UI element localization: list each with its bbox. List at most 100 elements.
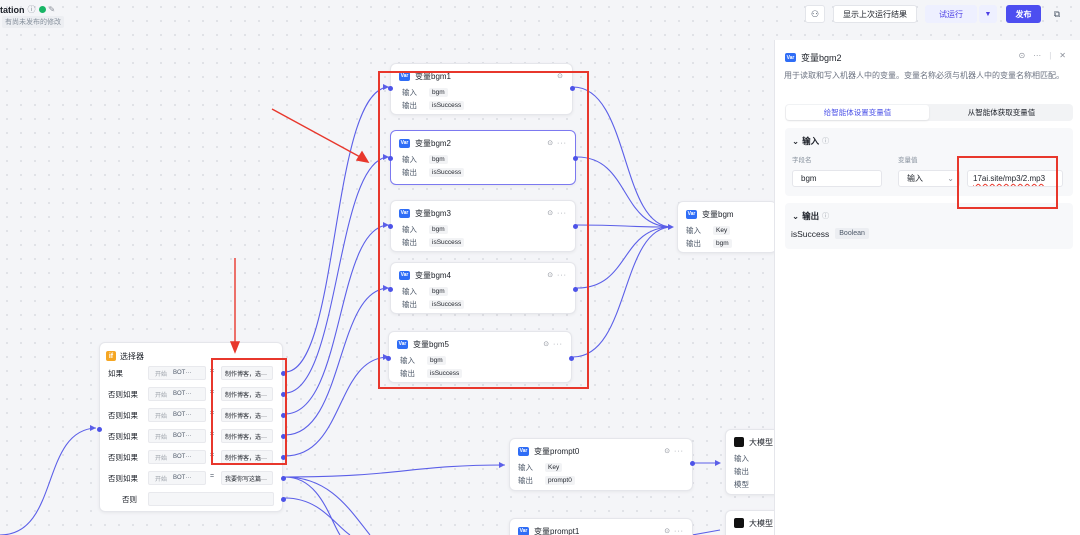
test-run-dropdown[interactable]: ▼ [979, 5, 997, 23]
output-label: 输出 [686, 239, 701, 248]
output-name: isSuccess [791, 228, 830, 239]
tab-get-variable[interactable]: 从智能体获取变量值 [930, 104, 1073, 121]
node-title: 选择器 [120, 351, 144, 361]
node-title: 变量bgm [702, 209, 734, 219]
else-row: 否则 [100, 491, 286, 508]
output-section-title: 输出 [802, 211, 820, 221]
var-icon: Var [518, 526, 529, 535]
condition-left-operand[interactable]: 开始 BOT··· [148, 366, 206, 380]
start-ref: 开始 [155, 434, 168, 441]
start-ref: 开始 [155, 455, 168, 462]
close-icon[interactable]: ✕ [1059, 51, 1066, 60]
share-button[interactable]: ⚇ [805, 5, 825, 23]
output-value: prompt0 [545, 476, 575, 485]
else-label: 否则 [122, 495, 137, 504]
status-ok-icon [38, 6, 46, 13]
edge [284, 356, 390, 457]
info-icon[interactable]: ⓘ [822, 211, 829, 221]
if-icon: if [106, 351, 116, 361]
llm-icon [734, 518, 744, 528]
caret-down-icon: ▼ [984, 10, 992, 18]
branch-port[interactable] [281, 497, 286, 502]
var-node-prompt0[interactable]: Var 变量prompt0 ⊙ ··· 输入 Key 输出 prompt0 [509, 438, 695, 491]
edge [284, 287, 390, 436]
info-icon[interactable]: ⓘ [822, 136, 829, 146]
output-type-badge: Boolean [835, 228, 869, 239]
panel-title-text: 变量bgm2 [801, 53, 842, 63]
input-label: 输入 [686, 226, 701, 235]
input-section-header[interactable]: ⌄ 输入 ⓘ [792, 135, 829, 147]
branch-port[interactable] [281, 476, 286, 481]
condition-key: 否则如果 [108, 390, 138, 399]
edit-icon[interactable]: ✎ [49, 5, 56, 14]
settings-icon[interactable]: ⊙ ··· [664, 447, 684, 455]
top-bar: tation ⓘ ✎ 有尚未发布的修改 ⚇ 显示上次运行结果 试运行 ▼ 发布 … [0, 0, 1080, 34]
param-name-label: 字段名 [792, 157, 812, 164]
condition-key: 否则如果 [108, 453, 138, 462]
chevron-down-icon: ⌄ [792, 135, 800, 146]
panel-tools: ⊙ ··· | ✕ [1019, 51, 1066, 60]
app-title-text: tation [0, 4, 25, 15]
llm-row-label: 输入 [734, 454, 749, 463]
condition-key: 否则如果 [108, 411, 138, 420]
output-label: 输出 [518, 476, 533, 485]
output-value: bgm [713, 239, 732, 248]
users-icon: ⚇ [810, 8, 820, 19]
copy-icon: ⧉ [1053, 8, 1061, 19]
input-value: Key [545, 463, 563, 472]
start-ref: 开始 [155, 371, 168, 378]
settings-icon[interactable]: ⊙ ··· [664, 527, 684, 535]
llm-row-label: 输出 [734, 467, 749, 476]
condition-key: 如果 [108, 369, 123, 378]
var-node-prompt1[interactable]: Var 变量prompt1 ⊙ ··· [509, 518, 693, 535]
edge [691, 529, 721, 535]
tab-set-variable[interactable]: 给智能体设置变量值 [786, 105, 929, 120]
bot-ref: BOT··· [173, 412, 192, 418]
llm-icon [734, 437, 744, 447]
condition-left-operand[interactable]: 开始 BOT··· [148, 429, 206, 443]
value-type-text: 输入 [907, 174, 923, 183]
condition-left-operand[interactable]: 开始 BOT··· [148, 450, 206, 464]
condition-left-operand[interactable]: 开始 BOT··· [148, 471, 206, 485]
condition-left-operand[interactable]: 开始 BOT··· [148, 408, 206, 422]
start-ref: 开始 [155, 413, 168, 420]
copy-button[interactable]: ⧉ [1048, 5, 1066, 23]
else-field[interactable] [148, 492, 274, 506]
condition-key: 否则如果 [108, 474, 138, 483]
node-title: 变量prompt1 [534, 526, 580, 535]
publish-button[interactable]: 发布 [1006, 5, 1041, 23]
var-icon: Var [518, 446, 529, 456]
output-section-header[interactable]: ⌄ 输出 ⓘ [792, 210, 829, 222]
unpublished-badge: 有尚未发布的修改 [2, 16, 64, 28]
info-icon[interactable]: ⓘ [28, 4, 36, 15]
chevron-down-icon: ⌄ [792, 210, 800, 221]
var-node-bgm[interactable]: Var 变量bgm 输入 Key 输出 bgm [677, 201, 777, 253]
annotation-box-url [957, 156, 1058, 209]
show-last-run-button[interactable]: 显示上次运行结果 [833, 5, 917, 23]
var-icon: Var [686, 209, 697, 219]
bot-ref: BOT··· [173, 391, 192, 397]
condition-value[interactable]: 我要你写这篇··· [221, 471, 273, 485]
param-name-input[interactable]: bgm [792, 170, 882, 187]
arrowhead [715, 460, 721, 466]
edge [284, 156, 390, 394]
more-icon[interactable]: ··· [1033, 51, 1041, 60]
bot-ref: BOT··· [173, 433, 192, 439]
edge [284, 476, 341, 535]
output-port[interactable] [690, 461, 695, 466]
operator[interactable]: = [210, 473, 214, 480]
divider: | [1049, 51, 1052, 60]
test-run-button[interactable]: 试运行 [925, 5, 977, 23]
edge [0, 427, 97, 535]
arrowhead [668, 224, 674, 230]
settings-icon[interactable]: ⊙ [1019, 51, 1026, 60]
condition-left-operand[interactable]: 开始 BOT··· [148, 387, 206, 401]
node-title: 大模型 [749, 518, 773, 528]
edge [284, 476, 371, 535]
arrowhead [90, 425, 96, 431]
value-type-select[interactable]: 输入 ⌄ [898, 170, 960, 187]
panel-title: Var 变量bgm2 [785, 51, 842, 64]
bot-ref: BOT··· [173, 370, 192, 376]
panel-description: 用于读取和写入机器人中的变量。变量名称必须与机器人中的变量名称相匹配。 [784, 71, 1064, 80]
edge [284, 464, 506, 478]
